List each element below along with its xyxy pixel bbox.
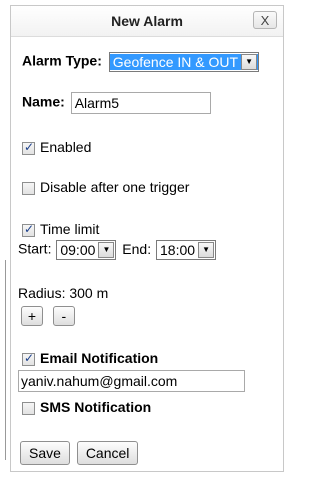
sms-notification-label: SMS Notification xyxy=(40,399,152,415)
save-button[interactable]: Save xyxy=(20,441,70,465)
cancel-button[interactable]: Cancel xyxy=(76,441,139,465)
background-edge xyxy=(5,260,6,460)
radius-buttons: + - xyxy=(21,306,75,326)
name-input[interactable]: Alarm5 xyxy=(70,92,211,114)
end-label: End: xyxy=(122,240,152,257)
disable-after-checkbox[interactable] xyxy=(22,181,35,195)
sms-notification-row: SMS Notification xyxy=(22,399,151,415)
radius-label: Radius: 300 m xyxy=(18,285,109,301)
start-label: Start: xyxy=(18,240,52,257)
sms-notification-checkbox[interactable] xyxy=(22,401,35,415)
dialog-title: New Alarm xyxy=(111,13,183,29)
alarm-type-value: Geofence IN & OUT xyxy=(109,54,259,70)
time-range-row: Start: 09:00 ▼ End: 18:00 ▼ xyxy=(18,240,217,260)
dialog-titlebar: New Alarm X xyxy=(11,6,283,37)
email-notification-label: Email Notification xyxy=(40,350,159,366)
name-label: Name: xyxy=(22,93,65,110)
radius-increase-button[interactable]: + xyxy=(21,306,43,326)
alarm-type-row: Alarm Type: Geofence IN & OUT ▼ xyxy=(22,52,260,72)
close-button[interactable]: X xyxy=(253,11,277,29)
enabled-checkbox[interactable] xyxy=(22,140,35,155)
time-limit-checkbox[interactable] xyxy=(22,222,35,237)
end-time-select[interactable]: 18:00 ▼ xyxy=(156,240,217,260)
email-notification-checkbox[interactable] xyxy=(22,351,35,366)
time-limit-row: Time limit xyxy=(22,221,99,237)
email-notification-row: Email Notification xyxy=(22,350,158,366)
new-alarm-dialog: New Alarm X Alarm Type: Geofence IN & OU… xyxy=(10,5,284,472)
radius-row: Radius: 300 m xyxy=(18,285,108,301)
chevron-down-icon: ▼ xyxy=(241,54,258,70)
alarm-type-select[interactable]: Geofence IN & OUT ▼ xyxy=(108,52,260,72)
name-row: Name: Alarm5 xyxy=(22,92,211,114)
email-address-input[interactable]: yaniv.nahum@gmail.com xyxy=(18,370,245,392)
chevron-down-icon: ▼ xyxy=(198,242,215,258)
disable-after-label: Disable after one trigger xyxy=(40,179,190,195)
radius-decrease-button[interactable]: - xyxy=(52,306,75,326)
chevron-down-icon: ▼ xyxy=(98,242,115,258)
email-address-row: yaniv.nahum@gmail.com xyxy=(18,370,245,392)
enabled-row: Enabled xyxy=(22,139,91,155)
disable-after-row: Disable after one trigger xyxy=(22,179,189,195)
action-buttons: Save Cancel xyxy=(20,441,139,465)
time-limit-label: Time limit xyxy=(40,221,100,237)
start-time-select[interactable]: 09:00 ▼ xyxy=(56,240,117,260)
alarm-type-label: Alarm Type: xyxy=(22,52,102,69)
enabled-label: Enabled xyxy=(40,139,92,155)
